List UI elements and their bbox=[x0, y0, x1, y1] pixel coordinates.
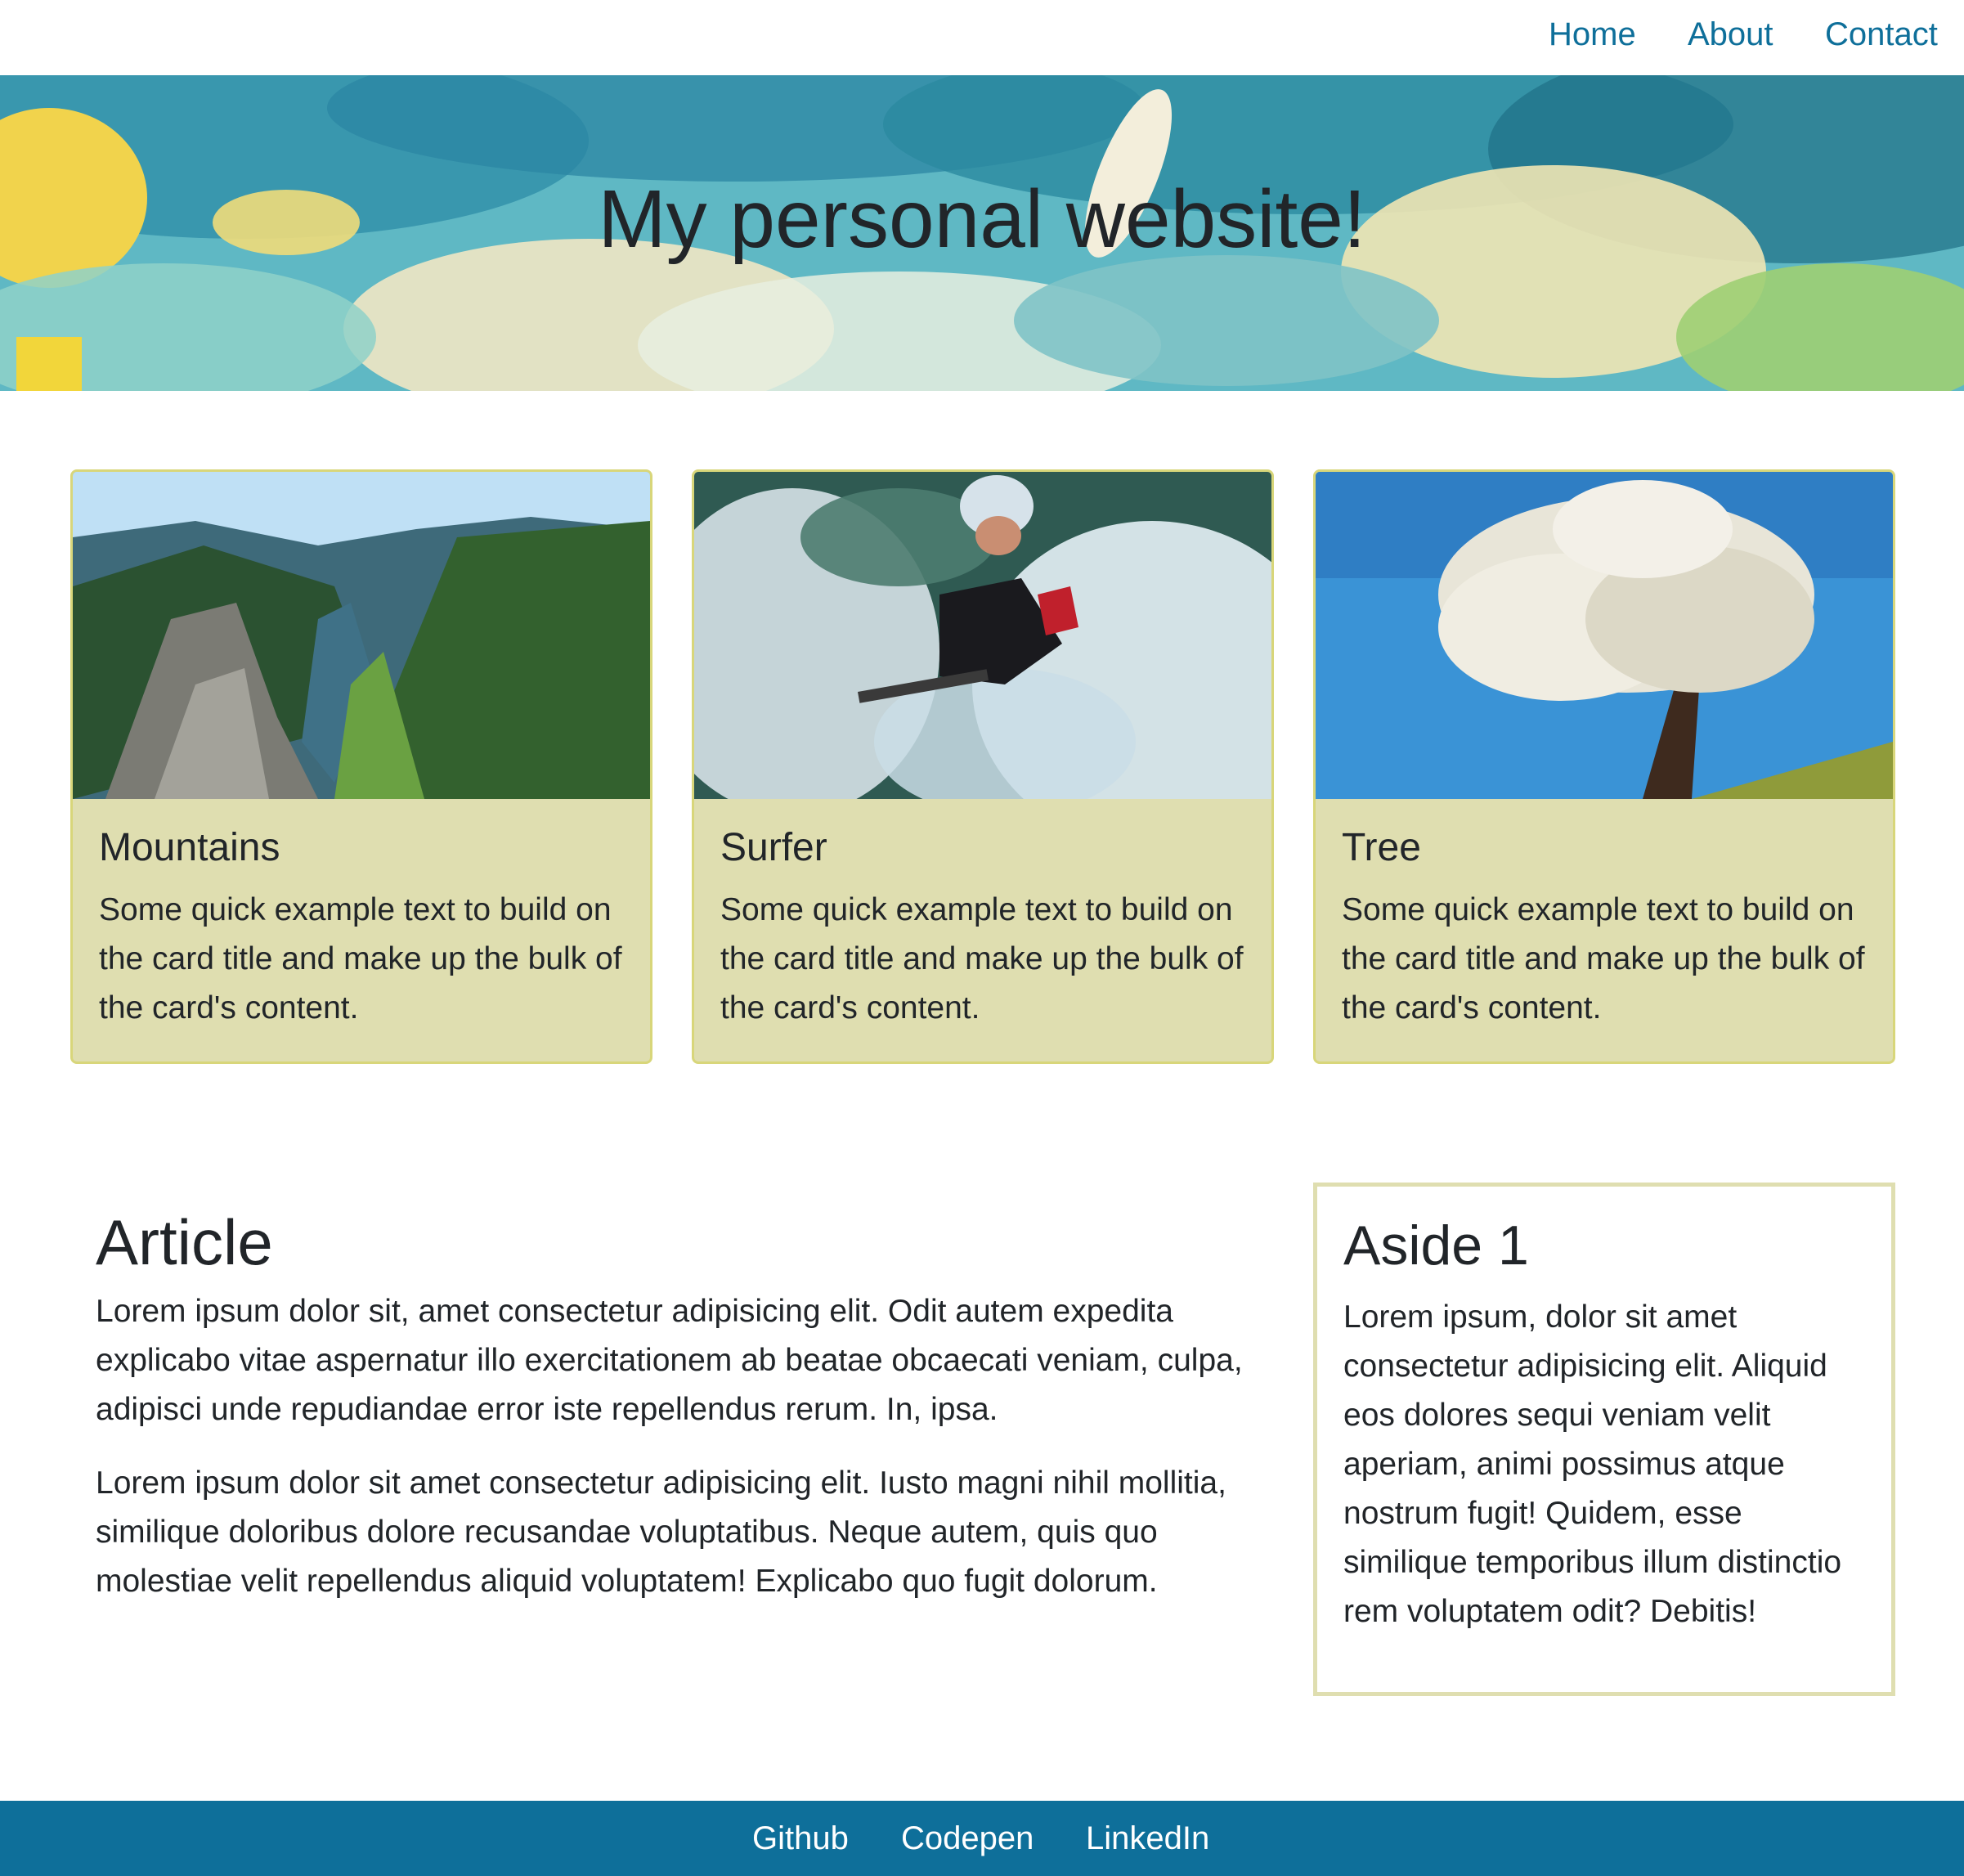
footer-link-github[interactable]: Github bbox=[752, 1819, 849, 1858]
hero-title: My personal website! bbox=[598, 173, 1366, 265]
card-title: Tree bbox=[1342, 826, 1421, 869]
card-image-tree bbox=[1316, 472, 1893, 799]
article-paragraph: Lorem ipsum dolor sit amet consectetur a… bbox=[96, 1465, 1226, 1599]
aside-heading: Aside 1 bbox=[1343, 1214, 1529, 1277]
nav-link-about[interactable]: About bbox=[1688, 15, 1773, 54]
card-title: Surfer bbox=[720, 826, 827, 869]
hero-banner: My personal website! bbox=[0, 75, 1964, 391]
card-image-mountains bbox=[73, 472, 650, 799]
aside-text: Lorem ipsum, dolor sit amet consectetur … bbox=[1343, 1299, 1842, 1629]
article-section: Article Lorem ipsum dolor sit, amet cons… bbox=[96, 1205, 1257, 1631]
article-heading: Article bbox=[96, 1206, 273, 1278]
card-mountains: Mountains Some quick example text to bui… bbox=[70, 469, 652, 1064]
card-tree: Tree Some quick example text to build on… bbox=[1313, 469, 1895, 1064]
card-title: Mountains bbox=[99, 826, 280, 869]
nav-link-contact[interactable]: Contact bbox=[1825, 15, 1938, 54]
card-text: Some quick example text to build on the … bbox=[720, 892, 1244, 1026]
footer: Github Codepen LinkedIn bbox=[0, 1801, 1964, 1876]
card-image-surfer bbox=[694, 472, 1271, 799]
top-nav: Home About Contact bbox=[0, 0, 1964, 75]
footer-link-codepen[interactable]: Codepen bbox=[901, 1819, 1034, 1858]
nav-link-home[interactable]: Home bbox=[1549, 15, 1636, 54]
footer-link-linkedin[interactable]: LinkedIn bbox=[1086, 1819, 1209, 1858]
card-text: Some quick example text to build on the … bbox=[99, 892, 622, 1026]
aside-box: Aside 1 Lorem ipsum, dolor sit amet cons… bbox=[1313, 1183, 1895, 1696]
card-surfer: Surfer Some quick example text to build … bbox=[692, 469, 1274, 1064]
card-text: Some quick example text to build on the … bbox=[1342, 892, 1865, 1026]
article-paragraph: Lorem ipsum dolor sit, amet consectetur … bbox=[96, 1294, 1243, 1427]
